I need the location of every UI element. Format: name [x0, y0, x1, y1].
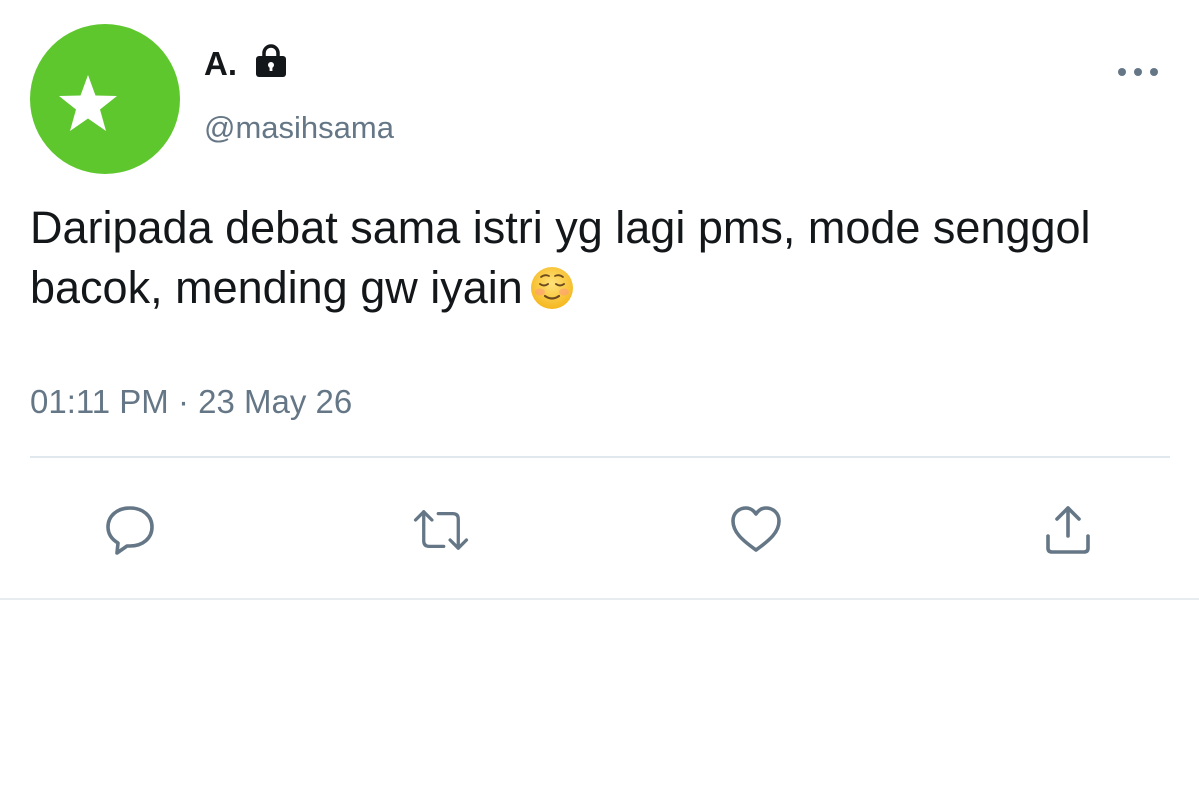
display-name[interactable]: A.	[204, 44, 237, 84]
tweet-timestamp[interactable]: 01:11 PM · 23 May 26	[30, 380, 352, 424]
heart-icon	[731, 506, 781, 552]
tweet-text: Daripada debat sama istri yg lagi pms, m…	[30, 198, 1130, 318]
share-icon	[1046, 506, 1090, 554]
share-button[interactable]	[1038, 500, 1098, 560]
like-button[interactable]	[726, 500, 786, 560]
star-icon	[59, 75, 117, 131]
smiling-face-icon	[530, 267, 573, 309]
retweet-button[interactable]	[411, 500, 471, 560]
chevron-down-icon[interactable]	[131, 82, 1199, 794]
user-handle[interactable]: @masihsama	[204, 108, 394, 148]
bottom-divider	[0, 598, 1199, 600]
retweet-icon	[413, 510, 469, 550]
more-icon[interactable]	[1116, 64, 1160, 80]
reply-icon	[106, 506, 154, 555]
divider	[30, 456, 1170, 458]
lock-icon	[256, 44, 286, 77]
reply-button[interactable]	[100, 500, 160, 560]
tweet-card: A. @masihsama Daripada debat sama istri …	[0, 0, 1199, 688]
